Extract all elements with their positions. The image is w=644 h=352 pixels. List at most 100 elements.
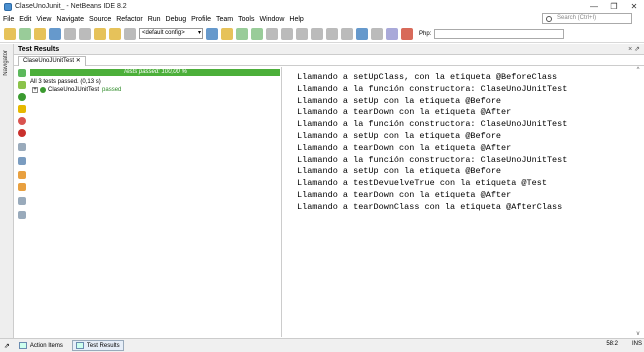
close-button[interactable]: ✕ xyxy=(624,0,644,13)
menu-view[interactable]: View xyxy=(36,16,51,23)
apply-changes-icon[interactable] xyxy=(371,27,383,40)
test-tools xyxy=(14,67,30,337)
tree-row-suite[interactable]: + ClaseUnoJUnitTest passed xyxy=(32,87,121,93)
navigator-tab[interactable]: Navigator xyxy=(3,50,9,76)
suite-name: ClaseUnoJUnitTest xyxy=(48,87,100,93)
menu-source[interactable]: Source xyxy=(89,16,111,23)
profile-icon[interactable] xyxy=(401,27,413,40)
action-items-label: Action Items xyxy=(29,342,63,349)
output-line: Llamando a setUp con la etiqueta @Before xyxy=(297,166,502,177)
menu-tools[interactable]: Tools xyxy=(238,16,254,23)
show-aborted-icon[interactable] xyxy=(18,143,26,151)
test-output: Llamando a setUpClass, con la etiqueta @… xyxy=(297,72,627,214)
statistics-icon[interactable] xyxy=(18,211,26,219)
output-line: Llamando a tearDown con la etiqueta @Aft… xyxy=(297,107,512,118)
netbeans-logo-icon xyxy=(4,2,12,11)
output-scrollbar[interactable]: ^ v xyxy=(634,67,642,337)
results-panel: Tests passed: 100,00 % All 3 tests passe… xyxy=(30,67,280,337)
show-failed-icon[interactable] xyxy=(18,117,26,125)
maximize-window-icon[interactable]: ⇗ xyxy=(4,342,10,350)
progress-bar: Tests passed: 100,00 % xyxy=(30,69,280,76)
show-skipped-icon[interactable] xyxy=(18,157,26,165)
run-icon[interactable] xyxy=(236,27,248,40)
menu-debug[interactable]: Debug xyxy=(166,16,187,23)
split-divider[interactable] xyxy=(281,67,282,337)
test-results-label: Test Results xyxy=(86,342,120,349)
build-icon[interactable] xyxy=(206,27,218,40)
status-bar: ⇗ Action Items Test Results 58:2 INS xyxy=(0,338,644,352)
window-title: ClaseUnoJunit_ - NetBeans IDE 8.2 xyxy=(15,3,127,10)
test-results-header: Test Results × ⇗ xyxy=(14,44,644,55)
test-results-icon xyxy=(75,342,84,349)
continue-icon[interactable] xyxy=(296,27,308,40)
save-all-icon[interactable] xyxy=(49,27,61,40)
show-errors-icon[interactable] xyxy=(18,129,26,137)
progress-label: Tests passed: 100,00 % xyxy=(123,69,187,75)
paste-icon[interactable] xyxy=(94,27,106,40)
title-bar: ClaseUnoJunit_ - NetBeans IDE 8.2 — ❐ ✕ xyxy=(0,0,644,13)
output-line: Llamando a la función constructora: Clas… xyxy=(297,83,568,94)
output-line: Llamando a tearDown con la etiqueta @Aft… xyxy=(297,189,512,200)
output-line: Llamando a la función constructora: Clas… xyxy=(297,154,568,165)
new-file-icon[interactable] xyxy=(4,27,16,40)
config-select[interactable]: <default config> xyxy=(139,28,203,39)
scroll-down-icon[interactable]: v xyxy=(634,331,642,337)
caret-position: 58:2 xyxy=(606,341,618,347)
window-controls: — ❐ ✕ xyxy=(584,0,644,13)
menu-window[interactable]: Window xyxy=(259,16,284,23)
menu-help[interactable]: Help xyxy=(289,16,303,23)
debug-icon[interactable] xyxy=(251,27,263,40)
menu-run[interactable]: Run xyxy=(148,16,161,23)
undo-icon[interactable] xyxy=(109,27,121,40)
output-line: Llamando a setUpClass, con la etiqueta @… xyxy=(297,72,558,82)
open-project-icon[interactable] xyxy=(34,27,46,40)
output-line: Llamando a la función constructora: Clas… xyxy=(297,119,568,130)
menu-navigate[interactable]: Navigate xyxy=(56,16,84,23)
tab-claseunojunittest[interactable]: ClaseUnoJUnitTest ✕ xyxy=(18,56,86,66)
main-toolbar: <default config> Php: xyxy=(0,25,644,43)
panel-title: Test Results xyxy=(18,46,60,53)
menu-edit[interactable]: Edit xyxy=(19,16,31,23)
scroll-up-icon[interactable]: ^ xyxy=(634,67,642,73)
test-results-tab[interactable]: Test Results xyxy=(71,340,124,351)
expand-icon[interactable]: + xyxy=(32,87,38,93)
cut-icon[interactable] xyxy=(64,27,76,40)
panel-controls[interactable]: × ⇗ xyxy=(628,44,640,55)
output-line: Llamando a tearDown con la etiqueta @Aft… xyxy=(297,142,512,153)
step-over-icon[interactable] xyxy=(311,27,323,40)
action-items-tab[interactable]: Action Items xyxy=(16,341,66,350)
suite-status: passed xyxy=(102,87,122,93)
previous-failure-icon[interactable] xyxy=(18,171,26,179)
action-items-icon xyxy=(18,342,27,349)
new-project-icon[interactable] xyxy=(19,27,31,40)
run-to-cursor-icon[interactable] xyxy=(356,27,368,40)
search-input[interactable]: Search (Ctrl+I) xyxy=(542,13,632,24)
filter-icon[interactable] xyxy=(18,197,26,205)
rerun-failed-icon[interactable] xyxy=(18,81,26,89)
menu-file[interactable]: File xyxy=(3,16,14,23)
show-passed-icon[interactable] xyxy=(18,93,26,101)
output-line: Llamando a setUp con la etiqueta @Before xyxy=(297,130,502,141)
rerun-icon[interactable] xyxy=(18,69,26,77)
php-input[interactable] xyxy=(434,28,565,39)
step-into-icon[interactable] xyxy=(326,27,338,40)
passed-check-icon xyxy=(40,87,46,93)
clean-build-icon[interactable] xyxy=(221,27,233,40)
show-passed-with-errors-icon[interactable] xyxy=(18,105,26,113)
take-snapshot-icon[interactable] xyxy=(386,27,398,40)
output-line: Llamando a setUp con la etiqueta @Before xyxy=(297,95,502,106)
copy-icon[interactable] xyxy=(79,27,91,40)
maximize-button[interactable]: ❐ xyxy=(604,0,624,13)
side-strip: Navigator xyxy=(0,44,14,338)
stop-icon[interactable] xyxy=(266,27,278,40)
output-line: Llamando a tearDownClass con la etiqueta… xyxy=(297,201,563,212)
redo-icon[interactable] xyxy=(124,27,136,40)
menu-team[interactable]: Team xyxy=(216,16,233,23)
insert-mode: INS xyxy=(631,341,642,347)
menu-profile[interactable]: Profile xyxy=(191,16,211,23)
next-failure-icon[interactable] xyxy=(18,183,26,191)
pause-icon[interactable] xyxy=(281,27,293,40)
minimize-button[interactable]: — xyxy=(584,0,604,13)
step-out-icon[interactable] xyxy=(341,27,353,40)
menu-refactor[interactable]: Refactor xyxy=(116,16,142,23)
